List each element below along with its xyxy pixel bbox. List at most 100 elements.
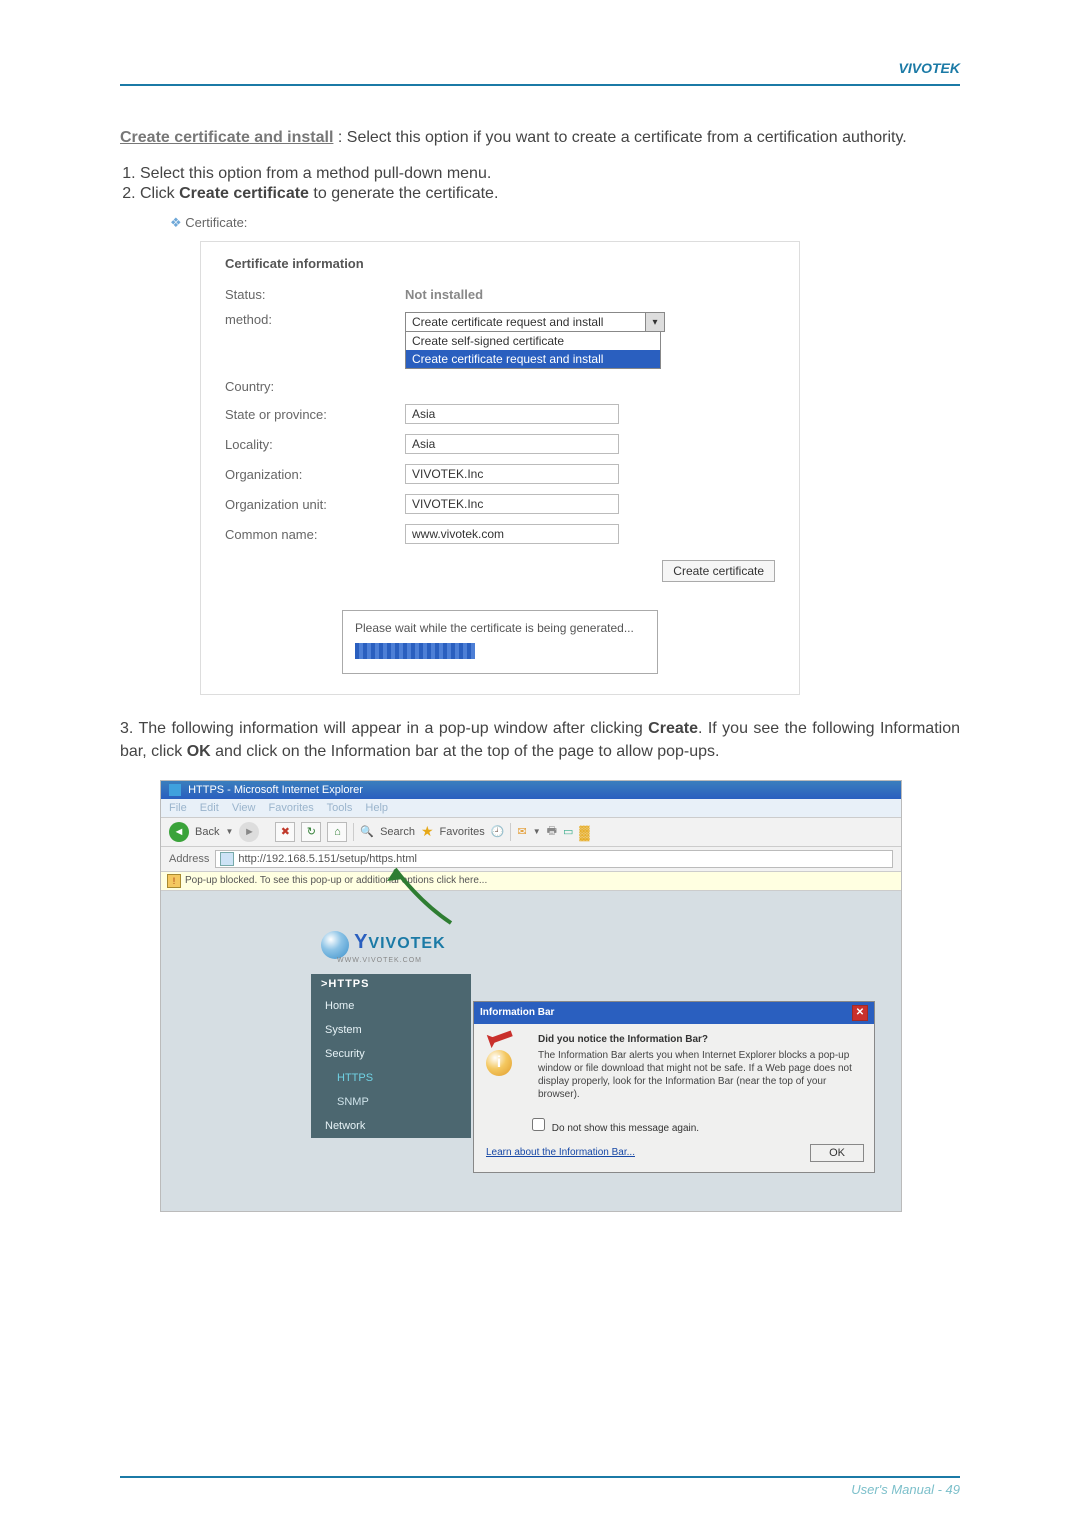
row-cn: Common name: www.vivotek.com [225,524,775,544]
vivotek-logo-text: YVIVOTEK [354,935,446,952]
status-label: Status: [225,287,405,302]
step-list: Select this option from a method pull-do… [120,165,960,203]
step3-create: Create [648,720,698,737]
nav-security[interactable]: Security [311,1042,471,1066]
back-button-label[interactable]: Back [195,826,219,838]
search-icon[interactable]: 🔍 [360,825,374,838]
page-icon [220,852,234,866]
refresh-icon[interactable]: ↻ [301,822,321,842]
dialog-question: Did you notice the Information Bar? [538,1034,862,1045]
step3-ok: OK [187,743,211,760]
step-1: Select this option from a method pull-do… [140,165,960,183]
edit-icon[interactable]: ▭ [563,825,573,838]
row-org: Organization: VIVOTEK.Inc [225,464,775,484]
state-label: State or province: [225,407,405,422]
ie-window: HTTPS - Microsoft Internet Explorer File… [160,780,902,1212]
favorites-label[interactable]: Favorites [440,826,485,838]
back-button-icon[interactable]: ◄ [169,822,189,842]
page-footer: User's Manual - 49 [0,1468,1080,1497]
footer-rule [120,1476,960,1478]
chevron-down-icon[interactable]: ▾ [645,313,664,331]
nav-snmp[interactable]: SNMP [311,1090,471,1114]
cert-section-caption: ❖ Certificate: [170,215,800,231]
step2-prefix: Click [140,185,179,202]
mail-icon[interactable]: ✉ [517,825,526,838]
favorites-icon[interactable]: ★ [421,823,434,840]
intro-sep: : [333,129,346,146]
menu-edit[interactable]: Edit [200,802,219,814]
menu-favorites[interactable]: Favorites [269,802,314,814]
print-icon[interactable]: 🖶 [547,822,557,841]
progress-bar [355,643,475,659]
ms-logo-icon: ▓ [579,824,589,840]
menu-help[interactable]: Help [365,802,388,814]
nav-home[interactable]: Home [311,994,471,1018]
close-icon[interactable]: ✕ [852,1005,868,1021]
menu-file[interactable]: File [169,802,187,814]
status-value: Not installed [405,287,483,302]
ok-button[interactable]: OK [810,1144,864,1162]
row-status: Status: Not installed [225,287,775,302]
nav-section-title: >HTTPS [311,974,471,994]
method-select[interactable]: Create certificate request and install ▾ [405,312,665,332]
home-icon[interactable]: ⌂ [327,822,347,842]
intro-paragraph: Create certificate and install : Select … [120,126,960,149]
row-locality: Locality: Asia [225,434,775,454]
state-input[interactable]: Asia [405,404,619,424]
dont-show-checkbox[interactable] [532,1118,545,1131]
top-rule [120,84,960,86]
cert-caption-text: Certificate: [185,215,247,230]
cert-panel-title: Certificate information [225,256,775,271]
org-label: Organization: [225,467,405,482]
dialog-footer: Learn about the Information Bar... OK [474,1144,874,1172]
callout-arrow-icon [381,863,461,933]
back-dropdown-icon[interactable]: ▼ [225,827,233,836]
cn-input[interactable]: www.vivotek.com [405,524,619,544]
nav-system[interactable]: System [311,1018,471,1042]
search-label[interactable]: Search [380,826,415,838]
ie-app-icon [169,784,181,796]
method-field-wrap: Create certificate request and install ▾… [405,312,665,369]
method-option-1[interactable]: Create self-signed certificate [406,332,660,350]
org-input[interactable]: VIVOTEK.Inc [405,464,619,484]
step2-bold: Create certificate [179,185,309,202]
dialog-icon-column: i [486,1034,526,1101]
menu-view[interactable]: View [232,802,256,814]
footer-label: User's Manual - [851,1482,945,1497]
ie-menubar: File Edit View Favorites Tools Help [161,799,901,818]
address-input[interactable]: http://192.168.5.151/setup/https.html [215,850,893,868]
method-options: Create self-signed certificate Create ce… [405,331,661,369]
step-2: Click Create certificate to generate the… [140,185,960,203]
history-icon[interactable]: 🕘 [491,825,505,838]
locality-label: Locality: [225,437,405,452]
vivotek-globe-icon [321,931,349,959]
ie-address-bar: Address http://192.168.5.151/setup/https… [161,847,901,872]
page-number: 49 [946,1482,960,1497]
ie-information-bar[interactable]: ! Pop-up blocked. To see this pop-up or … [161,872,901,891]
intro-text: Select this option if you want to create… [347,129,907,146]
step2-suffix: to generate the certificate. [309,185,498,202]
vivotek-logo-tagline: WWW.VIVOTEK.COM [321,957,901,964]
step3-prefix: 3. The following information will appear… [120,720,648,737]
generating-box: Please wait while the certificate is bei… [342,610,658,674]
country-label: Country: [225,379,405,394]
locality-input[interactable]: Asia [405,434,619,454]
nav-network[interactable]: Network [311,1114,471,1138]
cn-label: Common name: [225,527,405,542]
row-country: Country: [225,379,775,394]
dialog-title: Information Bar [480,1007,554,1018]
forward-button-icon[interactable]: ► [239,822,259,842]
row-method: method: Create certificate request and i… [225,312,775,369]
menu-tools[interactable]: Tools [327,802,353,814]
method-option-2[interactable]: Create certificate request and install [406,350,660,368]
nav-https[interactable]: HTTPS [311,1066,471,1090]
dialog-body: i Did you notice the Information Bar? Th… [474,1024,874,1111]
create-certificate-button[interactable]: Create certificate [662,560,775,582]
stop-icon[interactable]: ✖ [275,822,295,842]
generating-text: Please wait while the certificate is bei… [355,621,645,635]
org-unit-input[interactable]: VIVOTEK.Inc [405,494,619,514]
brand-header: VIVOTEK [120,60,960,76]
info-icon: i [486,1050,512,1076]
learn-link[interactable]: Learn about the Information Bar... [486,1147,635,1158]
ie-left-gutter [161,891,311,1211]
